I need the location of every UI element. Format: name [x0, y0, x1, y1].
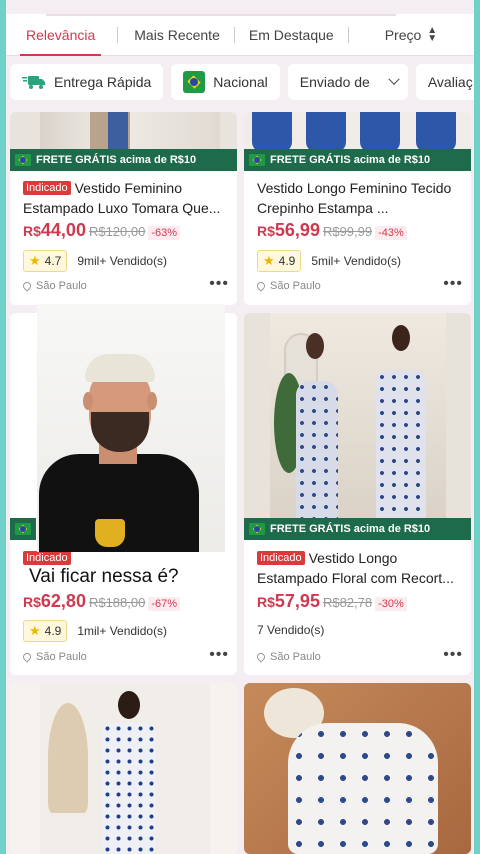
indicado-badge: Indicado	[23, 181, 71, 195]
discount-badge: -63%	[148, 226, 181, 240]
location-pin-icon	[255, 651, 267, 663]
current-price: R$56,99	[257, 220, 320, 240]
old-price: R$82,78	[322, 595, 373, 610]
rating-badge: ★ 4.9	[23, 620, 68, 642]
price-row: R$62,80 R$188,00 -67%	[23, 591, 181, 612]
video-caption: Vai ficar nessa é?	[29, 566, 179, 587]
location-label: São Paulo	[36, 280, 87, 292]
current-price: R$44,00	[23, 220, 86, 240]
product-title: Indicado Vestido Longo Estampado Floral c…	[257, 550, 454, 586]
chevron-down-icon	[388, 73, 400, 85]
more-dots-icon[interactable]: •••	[209, 646, 229, 664]
filter-entrega-rapida-label: Entrega Rápida	[54, 74, 152, 90]
frete-gratis-banner: FRETE GRÁTIS acima de R$10	[10, 149, 237, 171]
filter-entrega-rapida[interactable]: Entrega Rápida	[10, 64, 164, 100]
location-row: São Paulo	[255, 280, 462, 292]
app-frame: Relevância Mais Recente Em Destaque Preç…	[6, 0, 474, 854]
location-row: São Paulo	[21, 280, 228, 292]
more-dots-icon[interactable]: •••	[209, 275, 229, 293]
frete-gratis-banner: FRETE GRÁTIS acima de R$10	[244, 149, 471, 171]
location-label: São Paulo	[36, 651, 87, 663]
rating-row: ★ 4.9 1mil+ Vendido(s)	[23, 620, 167, 642]
product-title: Indicado Vestido Feminino Estampado Luxo …	[23, 180, 221, 216]
product-title: Vestido Longo Feminino Tecido Crepinho E…	[257, 180, 452, 216]
filter-nacional[interactable]: Nacional	[171, 64, 280, 100]
filter-avaliacao[interactable]: Avaliaç	[415, 64, 474, 100]
brazil-flag-icon	[183, 71, 206, 93]
current-price: R$57,95	[257, 591, 320, 611]
rating-badge: ★ 4.7	[23, 250, 68, 272]
sold-count: 5mil+ Vendido(s)	[311, 254, 402, 268]
product-image	[244, 313, 471, 540]
sort-bar: Relevância Mais Recente Em Destaque Preç…	[6, 14, 474, 56]
product-card[interactable]: FRETE GRÁTIS acima de R$10 Indicado Vesti…	[10, 112, 237, 305]
sold-count: 7 Vendido(s)	[257, 623, 325, 637]
filter-nacional-label: Nacional	[213, 74, 268, 90]
tab-separator	[347, 26, 349, 43]
sort-arrows-icon: ▲ ▼	[427, 24, 438, 44]
old-price: R$188,00	[88, 595, 146, 610]
tab-separator	[233, 26, 235, 43]
star-icon: ★	[29, 623, 41, 638]
brazil-flag-icon	[15, 154, 31, 166]
frete-gratis-label: FRETE GRÁTIS acima de R$10	[270, 154, 431, 166]
location-pin-icon	[21, 280, 33, 292]
creator-video-overlay	[37, 304, 225, 552]
frete-gratis-label: FRETE GRÁTIS acima de R$10	[36, 154, 197, 166]
brazil-flag-icon	[249, 154, 265, 166]
location-pin-icon	[255, 280, 267, 292]
star-icon: ★	[263, 253, 275, 268]
more-dots-icon[interactable]: •••	[443, 275, 463, 293]
old-price: R$99,99	[322, 224, 373, 239]
product-image	[10, 683, 237, 854]
filter-enviado-de[interactable]: Enviado de	[287, 64, 408, 100]
product-image	[244, 683, 471, 854]
brazil-flag-icon	[15, 523, 31, 535]
tab-preco[interactable]: Preço ▲ ▼	[379, 14, 443, 55]
location-row: São Paulo	[21, 651, 228, 663]
frete-gratis-label: FRETE GRÁTIS acima de R$10	[270, 523, 431, 535]
frete-gratis-banner	[10, 518, 36, 540]
product-card[interactable]	[244, 683, 471, 854]
rating-row: ★ 4.7 9mil+ Vendido(s)	[23, 250, 167, 272]
brazil-flag-icon	[249, 523, 265, 535]
location-label: São Paulo	[270, 651, 321, 663]
discount-badge: -67%	[148, 597, 181, 611]
filter-chips: Entrega Rápida Nacional Enviado de Avali…	[6, 64, 474, 106]
sold-count: 9mil+ Vendido(s)	[77, 254, 168, 268]
discount-badge: -30%	[375, 597, 407, 611]
product-card[interactable]: FRETE GRÁTIS acima de R$10 Vestido Longo…	[244, 112, 471, 305]
product-card[interactable]	[10, 683, 237, 854]
filter-enviado-de-label: Enviado de	[299, 74, 370, 90]
rating-row: ★ 4.9 5mil+ Vendido(s)	[257, 250, 401, 272]
sold-count: 1mil+ Vendido(s)	[77, 624, 168, 638]
tab-preco-label: Preço	[384, 26, 422, 43]
rating-badge: ★ 4.9	[257, 250, 302, 272]
truck-icon	[22, 76, 45, 89]
rating-row: 7 Vendido(s)	[257, 623, 324, 637]
frete-gratis-banner: FRETE GRÁTIS acima de R$10	[244, 518, 471, 540]
more-dots-icon[interactable]: •••	[443, 646, 463, 664]
tab-em-destaque[interactable]: Em Destaque	[243, 14, 340, 55]
shirt-logo	[95, 519, 125, 547]
indicado-badge: Indicado	[23, 551, 71, 565]
tab-mais-recente[interactable]: Mais Recente	[128, 14, 226, 55]
location-row: São Paulo	[255, 651, 462, 663]
location-pin-icon	[21, 651, 33, 663]
location-label: São Paulo	[270, 280, 321, 292]
old-price: R$120,00	[88, 224, 146, 239]
price-row: R$57,95 R$82,78 -30%	[257, 591, 407, 612]
tab-separator	[117, 26, 119, 43]
price-row: R$44,00 R$120,00 -63%	[23, 220, 181, 241]
current-price: R$62,80	[23, 591, 86, 611]
star-icon: ★	[29, 253, 41, 268]
indicado-badge: Indicado	[257, 551, 305, 565]
tab-relevancia[interactable]: Relevância	[20, 14, 102, 56]
filter-avaliacao-label: Avaliaç	[427, 74, 473, 90]
discount-badge: -43%	[375, 226, 407, 240]
price-row: R$56,99 R$99,99 -43%	[257, 220, 407, 241]
product-card[interactable]: FRETE GRÁTIS acima de R$10 Indicado Vesti…	[244, 313, 471, 675]
